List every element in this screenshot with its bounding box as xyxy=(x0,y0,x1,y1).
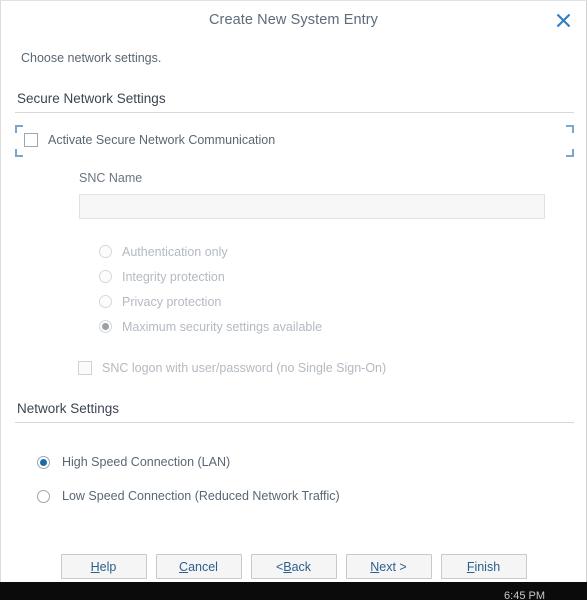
secure-network-settings-section: Secure Network Settings xyxy=(1,91,586,113)
finish-button[interactable]: Finish xyxy=(441,554,527,579)
cancel-button-mnemonic: C xyxy=(179,560,188,574)
secure-network-settings-title: Secure Network Settings xyxy=(15,91,574,112)
create-system-entry-dialog: Create New System Entry Choose network s… xyxy=(0,0,587,600)
next-button[interactable]: Next > xyxy=(346,554,432,579)
network-settings-title: Network Settings xyxy=(15,401,574,422)
help-button[interactable]: Help xyxy=(61,554,147,579)
dialog-titlebar: Create New System Entry xyxy=(1,1,586,39)
radio-privacy-protection[interactable] xyxy=(99,295,112,308)
security-level-radio-group: Authentication only Integrity protection… xyxy=(99,239,586,339)
back-button-prefix: < xyxy=(276,560,283,574)
snc-name-label: SNC Name xyxy=(79,171,586,185)
snc-logon-label: SNC logon with user/password (no Single … xyxy=(102,361,386,375)
radio-authentication-only[interactable] xyxy=(99,245,112,258)
finish-button-mnemonic: F xyxy=(467,560,475,574)
activate-snc-row[interactable]: Activate Secure Network Communication xyxy=(15,129,574,151)
radio-label-low-speed-connection: Low Speed Connection (Reduced Network Tr… xyxy=(62,489,340,503)
back-button[interactable]: < Back xyxy=(251,554,337,579)
section-divider xyxy=(15,422,574,423)
focus-corner-bottom-right xyxy=(566,149,574,157)
radio-row-high-speed[interactable]: High Speed Connection (LAN) xyxy=(37,445,586,479)
radio-label-privacy-protection: Privacy protection xyxy=(122,295,221,309)
radio-row-integrity-protection[interactable]: Integrity protection xyxy=(99,264,586,289)
radio-label-maximum-security: Maximum security settings available xyxy=(122,320,322,334)
next-button-suffix: ext > xyxy=(379,560,406,574)
radio-row-low-speed[interactable]: Low Speed Connection (Reduced Network Tr… xyxy=(37,479,586,513)
cancel-button-suffix: ancel xyxy=(188,560,218,574)
radio-row-privacy-protection[interactable]: Privacy protection xyxy=(99,289,586,314)
activate-snc-checkbox[interactable] xyxy=(24,133,38,147)
snc-logon-row[interactable]: SNC logon with user/password (no Single … xyxy=(78,361,586,375)
radio-row-authentication-only[interactable]: Authentication only xyxy=(99,239,586,264)
radio-label-high-speed-connection: High Speed Connection (LAN) xyxy=(62,455,230,469)
focus-corner-top-right xyxy=(566,125,574,133)
activate-snc-label: Activate Secure Network Communication xyxy=(48,133,275,147)
radio-integrity-protection[interactable] xyxy=(99,270,112,283)
dialog-subtitle: Choose network settings. xyxy=(1,39,586,65)
radio-high-speed-connection[interactable] xyxy=(37,456,50,469)
focus-corner-top-left xyxy=(15,125,23,133)
snc-name-field-block: SNC Name xyxy=(79,171,586,219)
network-settings-section: Network Settings xyxy=(1,401,586,423)
dialog-title: Create New System Entry xyxy=(209,12,378,28)
system-taskbar[interactable]: 6:45 PM xyxy=(0,582,587,600)
close-icon[interactable] xyxy=(550,7,576,33)
back-button-mnemonic: B xyxy=(283,560,291,574)
help-button-suffix: elp xyxy=(100,560,117,574)
network-speed-radio-group: High Speed Connection (LAN) Low Speed Co… xyxy=(37,445,586,513)
snc-logon-checkbox[interactable] xyxy=(78,361,92,375)
radio-row-maximum-security[interactable]: Maximum security settings available xyxy=(99,314,586,339)
radio-label-authentication-only: Authentication only xyxy=(122,245,228,259)
activate-snc-focus-frame: Activate Secure Network Communication xyxy=(15,125,574,157)
taskbar-clock[interactable]: 6:45 PM xyxy=(504,590,545,600)
help-button-mnemonic: H xyxy=(91,560,100,574)
radio-label-integrity-protection: Integrity protection xyxy=(122,270,225,284)
next-button-mnemonic: N xyxy=(370,560,379,574)
section-divider xyxy=(15,112,574,113)
dialog-button-bar: Help Cancel < Back Next > Finish xyxy=(1,554,586,579)
cancel-button[interactable]: Cancel xyxy=(156,554,242,579)
finish-button-suffix: inish xyxy=(474,560,500,574)
snc-name-input[interactable] xyxy=(79,194,545,219)
radio-maximum-security[interactable] xyxy=(99,320,112,333)
back-button-suffix: ack xyxy=(292,560,311,574)
radio-low-speed-connection[interactable] xyxy=(37,490,50,503)
focus-corner-bottom-left xyxy=(15,149,23,157)
